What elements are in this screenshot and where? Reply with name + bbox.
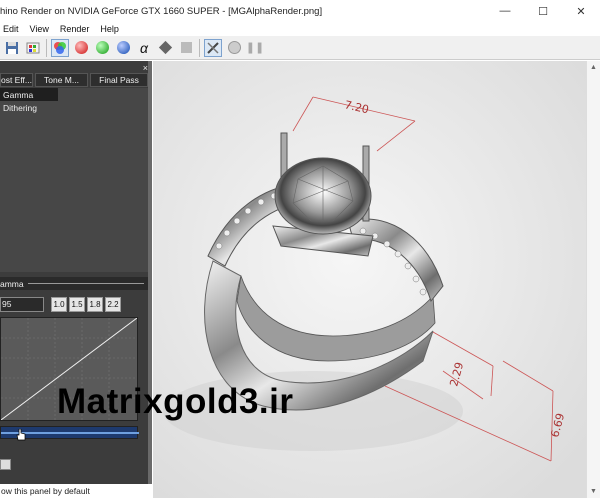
header-divider (27, 283, 144, 284)
watermark-text: Matrixgold3.ir (57, 382, 294, 421)
gamma-title: amma (0, 278, 24, 289)
menu-edit[interactable]: Edit (3, 24, 19, 34)
panel-tabs: ost Eff... Tone M... Final Pass (0, 73, 148, 87)
viewport-scrollbar[interactable]: ▲ ▼ (586, 61, 600, 498)
rgb-channels-icon[interactable] (51, 38, 69, 57)
panel-splitter[interactable] (148, 61, 152, 498)
tab-final-pass[interactable]: Final Pass (90, 73, 148, 87)
settings-tools-icon[interactable] (204, 38, 222, 57)
gamma-preset-1-8-button[interactable]: 1.8 (87, 296, 103, 312)
export-icon[interactable] (24, 39, 42, 57)
gamma-preset-1-0-button[interactable]: 1.0 (51, 296, 67, 312)
ring-render-image: 7.20 2.29 6.69 (153, 61, 586, 498)
menu-render[interactable]: Render (60, 24, 90, 34)
maximize-button[interactable]: ☐ (524, 0, 562, 22)
mouse-cursor-icon (16, 429, 26, 441)
toolbar-separator (199, 38, 200, 57)
gamma-value-field[interactable]: 95 (0, 296, 44, 312)
gamma-section-header: amma (0, 277, 148, 290)
save-icon[interactable] (3, 39, 21, 57)
menu-help[interactable]: Help (100, 24, 119, 34)
toolbar: α ❚❚ (0, 36, 600, 60)
gamma-preset-2-2-button[interactable]: 2.2 (105, 296, 121, 312)
window-title: hino Render on NVIDIA GeForce GTX 1660 S… (0, 5, 323, 17)
scroll-down-icon[interactable]: ▼ (590, 488, 597, 495)
toolbar-separator (46, 38, 47, 57)
title-bar: hino Render on NVIDIA GeForce GTX 1660 S… (0, 0, 600, 22)
cube-icon[interactable] (156, 39, 174, 57)
tab-tone-mapping[interactable]: Tone M... (35, 73, 88, 87)
close-button[interactable]: ✕ (562, 0, 600, 22)
list-item-gamma[interactable]: Gamma (0, 88, 58, 101)
pause-icon[interactable]: ❚❚ (246, 39, 264, 57)
scroll-up-icon[interactable]: ▲ (590, 64, 597, 71)
alpha-icon[interactable]: α (135, 39, 153, 57)
render-viewport: 7.20 2.29 6.69 ▲ ▼ (153, 61, 600, 498)
menu-bar: Edit View Render Help (0, 22, 600, 36)
effects-list: Gamma Dithering (0, 88, 148, 272)
red-channel-icon[interactable] (72, 39, 90, 57)
menu-view[interactable]: View (30, 24, 49, 34)
post-effects-panel: × ost Eff... Tone M... Final Pass Gamma … (0, 61, 152, 498)
green-channel-icon[interactable] (93, 39, 111, 57)
render-icon[interactable] (225, 39, 243, 57)
window-controls: — ☐ ✕ (486, 0, 600, 22)
tab-post-effects[interactable]: ost Eff... (0, 73, 33, 87)
blue-channel-icon[interactable] (114, 39, 132, 57)
gamma-controls: 95 1.0 1.5 1.8 2.2 (0, 296, 148, 312)
list-item-dithering[interactable]: Dithering (0, 101, 148, 114)
save-settings-icon[interactable] (0, 459, 11, 470)
cube-gray-icon[interactable] (177, 39, 195, 57)
gamma-preset-1-5-button[interactable]: 1.5 (69, 296, 85, 312)
minimize-button[interactable]: — (486, 0, 524, 22)
show-panel-default-text: ow this panel by default (0, 484, 152, 498)
